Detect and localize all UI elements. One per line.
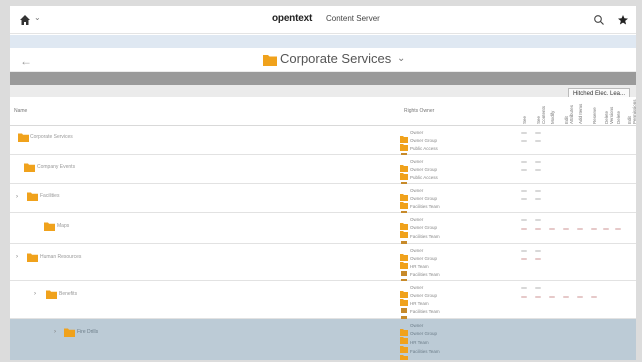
expand-icon[interactable]: › — [16, 254, 18, 260]
permission-header: Delete Versions — [604, 106, 614, 124]
row-name[interactable]: Fire Drills — [77, 329, 98, 335]
search-icon[interactable] — [593, 13, 605, 25]
row-name[interactable]: Company Events — [37, 164, 75, 170]
table-row[interactable]: Company Events Owner Owner Group Public … — [10, 155, 636, 187]
back-arrow-icon[interactable]: ← — [20, 54, 32, 68]
folder-icon — [44, 222, 55, 231]
folder-icon — [27, 192, 38, 201]
permission-header: See — [522, 115, 527, 124]
chevron-down-icon[interactable]: ⌄ — [397, 53, 405, 64]
column-header: Name Rights Owner See See Contents Modif… — [10, 97, 636, 126]
grey-toolbar — [10, 72, 636, 85]
expand-icon[interactable]: › — [54, 329, 56, 335]
table-row[interactable]: › Benefits Owner Owner Group HR Team Fac… — [10, 281, 636, 321]
table-row[interactable]: › Human Resources Owner Owner Group HR T… — [10, 244, 636, 284]
row-name[interactable]: Human Resources — [40, 254, 81, 260]
home-icon[interactable] — [18, 13, 32, 27]
permission-header: See Contents — [536, 105, 546, 124]
expand-icon[interactable]: › — [16, 194, 18, 200]
title-row: ← Corporate Services ⌄ — [10, 48, 636, 72]
permission-header: Add Items — [578, 103, 583, 124]
folder-icon — [263, 53, 277, 66]
table-row-selected[interactable]: › Fire Drills Owner Owner Group HR Team … — [10, 319, 636, 360]
page-title: Corporate Services — [280, 51, 392, 66]
row-name[interactable]: Facilities — [40, 193, 59, 199]
folder-icon — [46, 290, 57, 299]
permission-header: Delete — [616, 110, 621, 124]
row-name[interactable]: Corporate Services — [30, 134, 73, 140]
product-name: Content Server — [326, 14, 380, 23]
folder-icon — [64, 328, 75, 337]
folder-icon — [27, 253, 38, 262]
chevron-down-icon[interactable]: ⌄ — [34, 13, 41, 22]
top-header: ⌄ opentext Content Server — [10, 6, 636, 34]
row-name[interactable]: Maps — [57, 223, 69, 229]
permission-header: Reserve — [592, 107, 597, 124]
row-name[interactable]: Benefits — [59, 291, 77, 297]
folder-icon — [24, 163, 35, 172]
permission-header: Edit Attributes — [564, 104, 574, 124]
app-window: ⌄ opentext Content Server ← Corporate Se… — [10, 6, 636, 360]
header-band — [10, 35, 636, 48]
favorites-icon[interactable] — [617, 13, 629, 25]
brand-logo: opentext — [272, 13, 313, 24]
table-row[interactable]: Maps Owner Owner Group Facilities Team — [10, 213, 636, 246]
expand-icon[interactable]: › — [34, 291, 36, 297]
column-rights[interactable]: Rights Owner — [404, 108, 434, 114]
table-row[interactable]: Corporate Services Owner Owner Group Pub… — [10, 126, 636, 158]
folder-icon — [18, 133, 29, 142]
column-name[interactable]: Name — [14, 108, 27, 114]
table-row[interactable]: › Facilities Owner Owner Group Facilitie… — [10, 184, 636, 216]
permission-header: Edit Permissions — [627, 99, 636, 124]
toolbar-subbar: Hitched Elec. Lea... — [10, 85, 636, 101]
permission-header: Modify — [550, 110, 555, 124]
